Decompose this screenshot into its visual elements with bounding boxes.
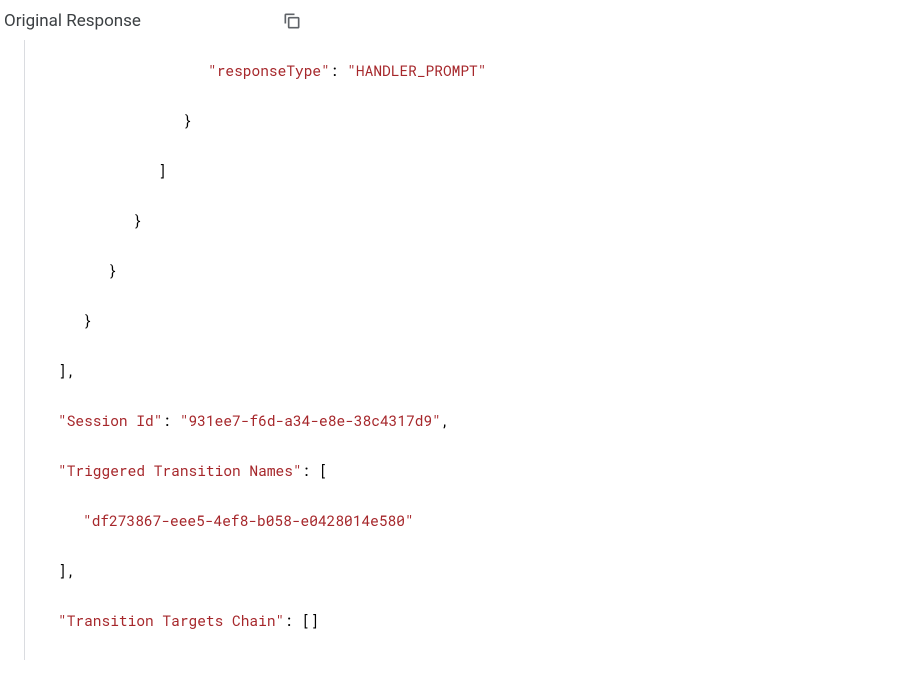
json-key: "Session Id" bbox=[58, 411, 162, 430]
json-key: "Triggered Transition Names" bbox=[58, 461, 302, 480]
copy-icon[interactable] bbox=[281, 10, 303, 32]
json-string: "HANDLER_PROMPT" bbox=[347, 61, 486, 80]
header: Original Response bbox=[0, 0, 901, 40]
json-key: "responseType" bbox=[208, 61, 330, 80]
code-content: "responseType": "HANDLER_PROMPT" } ] } }… bbox=[25, 40, 901, 660]
json-string: "df273867-eee5-4ef8-b058-e0428014e580" bbox=[83, 511, 414, 530]
code-container: "responseType": "HANDLER_PROMPT" } ] } }… bbox=[24, 40, 901, 660]
page-title: Original Response bbox=[4, 11, 141, 31]
json-string: "931ee7-f6d-a34-e8e-38c4317d9" bbox=[180, 411, 441, 430]
json-key: "Transition Targets Chain" bbox=[58, 611, 284, 630]
